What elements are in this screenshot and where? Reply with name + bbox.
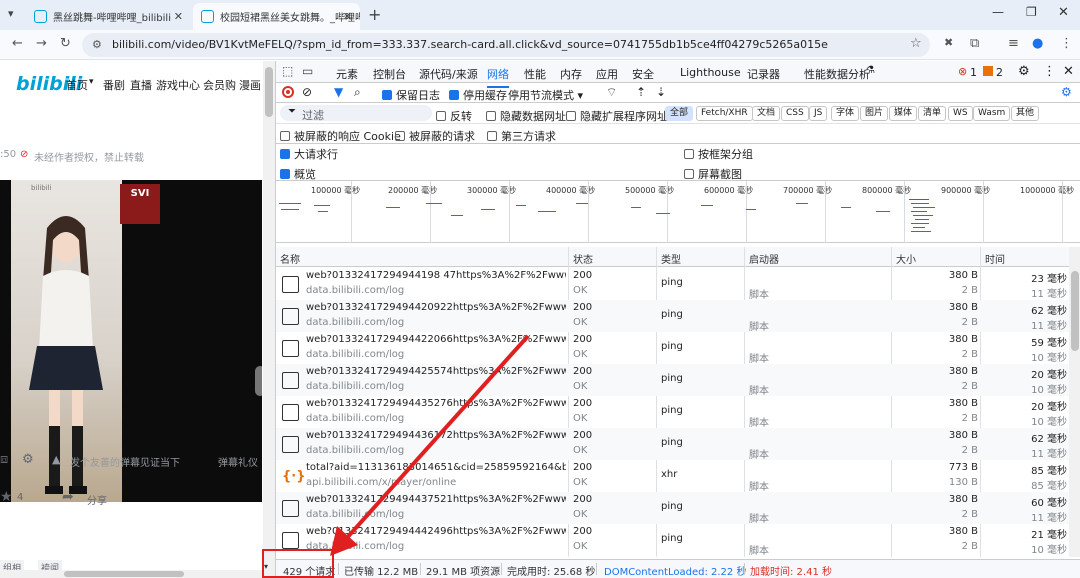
annotation-arrow — [330, 334, 530, 556]
